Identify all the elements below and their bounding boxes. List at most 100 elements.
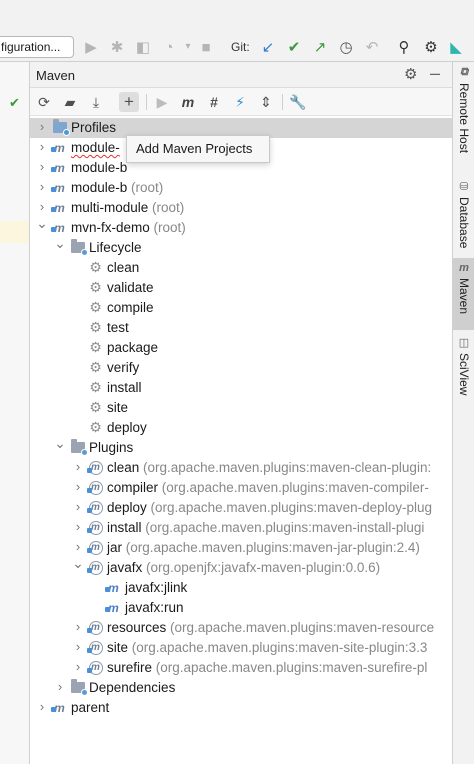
tree-row[interactable]: › m module-b (root) — [30, 178, 452, 198]
tree-row[interactable]: › m clean (org.apache.maven.plugins:maven-… — [30, 458, 452, 478]
chevron-right-icon[interactable]: › — [72, 460, 84, 474]
node-name: validate — [107, 280, 154, 295]
tree-row[interactable]: › m deploy (org.apache.maven.plugins:maven… — [30, 498, 452, 518]
tree-row[interactable]: › Dependencies — [30, 678, 452, 698]
gear-icon: ⚙ — [89, 339, 102, 355]
chevron-right-icon[interactable]: › — [36, 160, 48, 174]
profile-icon[interactable]: ◔ — [159, 37, 179, 57]
chevron-down-icon[interactable]: ⌄ — [72, 556, 84, 570]
remote-host-icon: ⧉ — [460, 66, 468, 78]
generate-sources-icon[interactable]: ▰ — [60, 92, 80, 112]
node-name: surefire — [107, 660, 153, 675]
chevron-right-icon[interactable]: › — [36, 140, 48, 154]
execute-goal-icon[interactable]: m — [178, 92, 198, 112]
chevron-right-icon[interactable]: › — [72, 620, 84, 634]
chevron-down-icon[interactable]: ⌄ — [54, 436, 66, 450]
chevron-right-icon[interactable]: › — [72, 640, 84, 654]
history-icon[interactable]: ◷ — [336, 37, 356, 57]
node-name: module-b — [71, 160, 128, 175]
tree-row[interactable]: ⚙ test — [30, 318, 452, 338]
git-update-icon[interactable]: ↙ — [258, 37, 278, 57]
tree-row[interactable]: › m multi-module (root) — [30, 198, 452, 218]
tool-tab-label: SciView — [457, 353, 471, 396]
download-icon[interactable]: ⤓ — [86, 92, 106, 112]
chevron-down-icon[interactable]: ▾ — [178, 37, 198, 57]
chevron-right-icon[interactable]: › — [54, 680, 66, 694]
database-icon: ⛁ — [459, 181, 469, 193]
tool-tab-database[interactable]: ⛁ Database — [453, 176, 474, 256]
check-icon: ✔ — [9, 95, 20, 110]
tree-row[interactable]: ⚙ clean — [30, 258, 452, 278]
run-icon[interactable]: ▶ — [81, 37, 101, 57]
gear-icon: ⚙ — [89, 379, 102, 395]
toggle-offline-icon[interactable]: # — [204, 92, 224, 112]
tree-row-label: module-b (root) — [71, 180, 163, 195]
node-name: install — [107, 520, 142, 535]
chevron-down-icon[interactable]: ⌄ — [54, 236, 66, 250]
skip-tests-icon[interactable]: ⚡ — [230, 92, 250, 112]
tree-row-label: Profiles — [71, 120, 116, 135]
node-name: clean — [107, 460, 140, 475]
maven-module-icon: m — [51, 700, 67, 715]
chevron-down-icon[interactable]: ⌄ — [36, 216, 48, 230]
git-push-icon[interactable]: ↗ — [310, 37, 330, 57]
tree-row[interactable]: ⚙ validate — [30, 278, 452, 298]
wrench-icon[interactable]: 🔧 — [288, 92, 308, 112]
tree-row[interactable]: ⚙ install — [30, 378, 452, 398]
node-name: deploy — [107, 500, 147, 515]
settings-icon[interactable]: ⚙ — [421, 37, 441, 57]
tree-row[interactable]: ⚙ package — [30, 338, 452, 358]
rollback-icon[interactable]: ↶ — [362, 37, 382, 57]
node-name: site — [107, 400, 129, 415]
tool-tab-maven[interactable]: m Maven — [453, 258, 474, 330]
tree-row[interactable]: › m site (org.apache.maven.plugins:maven-s… — [30, 638, 452, 658]
chevron-right-icon[interactable]: › — [72, 660, 84, 674]
node-name: javafx:run — [125, 600, 184, 615]
tree-row[interactable]: ⌄ Lifecycle — [30, 236, 452, 258]
tree-row[interactable]: ⚙ verify — [30, 358, 452, 378]
minimize-icon[interactable]: – — [430, 63, 440, 84]
chevron-right-icon[interactable]: › — [36, 200, 48, 214]
tree-row[interactable]: m javafx:jlink — [30, 578, 452, 598]
reload-icon[interactable]: ⟳ — [34, 92, 54, 112]
tree-row[interactable]: m javafx:run — [30, 598, 452, 618]
plugin-icon[interactable]: ◣ — [446, 37, 466, 57]
collapse-all-icon[interactable]: ⇕ — [256, 92, 276, 112]
node-name: parent — [71, 700, 110, 715]
tree-row[interactable]: ⚙ compile — [30, 298, 452, 318]
stop-icon[interactable]: ■ — [196, 37, 216, 57]
chevron-right-icon[interactable]: › — [72, 480, 84, 494]
chevron-right-icon[interactable]: › — [72, 540, 84, 554]
tree-row[interactable]: ⚙ site — [30, 398, 452, 418]
coverage-icon[interactable]: ◧ — [133, 37, 153, 57]
search-icon[interactable]: ⚲ — [394, 37, 414, 57]
tree-row[interactable]: › m parent — [30, 698, 452, 718]
gear-icon[interactable]: ⚙ — [404, 65, 417, 83]
tree-row[interactable]: ⌄ m javafx (org.openjfx:javafx-maven-plugi… — [30, 556, 452, 578]
node-name: multi-module — [71, 200, 149, 215]
tree-row[interactable]: ⌄ Plugins — [30, 436, 452, 458]
tree-row[interactable]: ⌄ m mvn-fx-demo (root) — [30, 216, 452, 238]
tree-row[interactable]: › m compiler (org.apache.maven.plugins:mav… — [30, 478, 452, 498]
tree-row-label: validate — [107, 280, 154, 295]
chevron-right-icon[interactable]: › — [36, 700, 48, 714]
tool-tab-remote-host[interactable]: ⧉ Remote Host — [453, 62, 474, 162]
chevron-right-icon[interactable]: › — [36, 180, 48, 194]
tree-row[interactable]: › m install (org.apache.maven.plugins:mave… — [30, 518, 452, 538]
chevron-right-icon[interactable]: › — [72, 500, 84, 514]
tree-row[interactable]: › m jar (org.apache.maven.plugins:maven-ja… — [30, 538, 452, 558]
chevron-right-icon[interactable]: › — [72, 520, 84, 534]
gutter-highlight — [0, 221, 29, 243]
git-commit-icon[interactable]: ✔ — [284, 37, 304, 57]
run-configuration-selector[interactable]: figuration... — [0, 36, 74, 58]
chevron-right-icon[interactable]: › — [36, 120, 48, 134]
tree-row[interactable]: ⚙ deploy — [30, 418, 452, 438]
debug-icon[interactable]: ✱ — [107, 37, 127, 57]
tree-row-label: module- — [71, 140, 120, 155]
tree-row-label: module-b — [71, 160, 127, 175]
tree-row[interactable]: › m resources (org.apache.maven.plugins:ma… — [30, 618, 452, 638]
tool-tab-sciview[interactable]: ◫ SciView — [453, 332, 474, 396]
run-icon[interactable]: ▶ — [152, 92, 172, 112]
add-icon[interactable]: + — [119, 92, 139, 112]
tree-row[interactable]: › m surefire (org.apache.maven.plugins:mav… — [30, 658, 452, 678]
